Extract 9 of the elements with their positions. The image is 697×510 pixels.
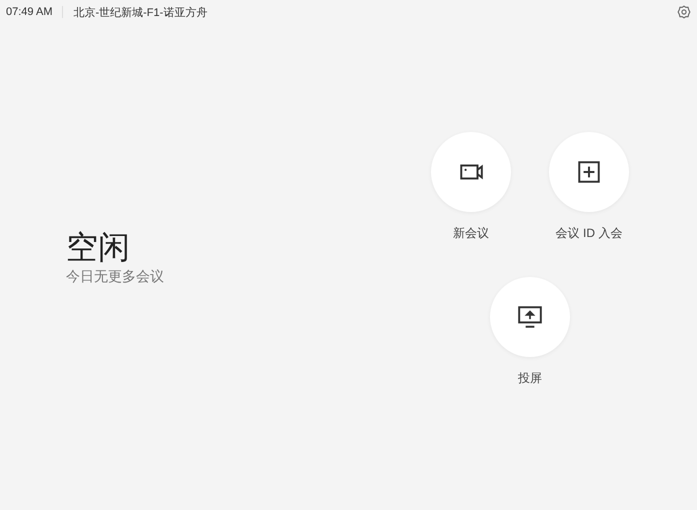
clock-time: 07:49 AM bbox=[6, 6, 52, 18]
status-subtitle: 今日无更多会议 bbox=[66, 268, 164, 286]
plus-square-icon bbox=[576, 159, 602, 185]
monitor-upload-icon bbox=[517, 304, 543, 330]
room-name: 北京-世纪新城-F1-诺亚方舟 bbox=[73, 6, 208, 20]
settings-icon[interactable] bbox=[677, 5, 691, 19]
join-button[interactable]: 会议 ID 入会 bbox=[530, 132, 648, 242]
new-meeting-button[interactable]: 新会议 bbox=[412, 132, 530, 242]
status-title: 空闲 bbox=[66, 228, 131, 266]
